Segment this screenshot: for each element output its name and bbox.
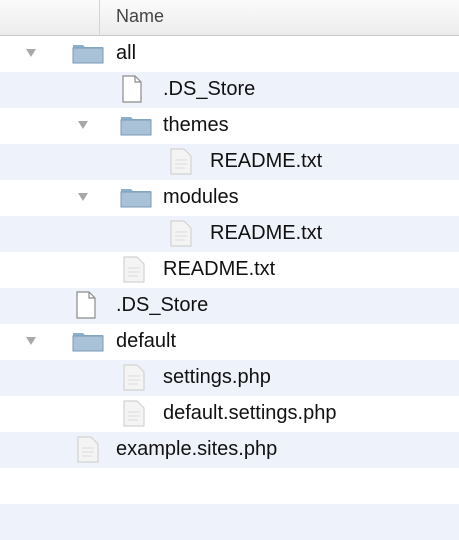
tree-row-label: .DS_Store [116,294,209,316]
disclosure-triangle-icon[interactable] [78,193,88,201]
tree-row-label: default.settings.php [163,402,337,424]
tree-row-label: README.txt [210,222,323,244]
column-header: Name [0,0,459,36]
tree-row[interactable]: modules [0,180,459,216]
folder-icon [72,45,104,64]
folder-icon [120,117,152,136]
name-column-header[interactable]: Name [116,6,164,27]
empty-row [0,504,459,540]
empty-row [0,468,459,504]
disclosure-triangle-icon[interactable] [26,49,36,57]
text-document-icon [123,400,145,427]
text-document-icon [170,148,192,175]
tree-row-label: .DS_Store [163,78,256,100]
tree-row[interactable]: .DS_Store [0,288,459,324]
text-document-icon [123,364,145,391]
tree-row[interactable]: themes [0,108,459,144]
tree-row-label: settings.php [163,366,271,388]
tree-row[interactable]: README.txt [0,216,459,252]
tree-row-label: README.txt [163,258,276,280]
tree-row-label: README.txt [210,150,323,172]
disclosure-triangle-icon[interactable] [78,121,88,129]
text-document-icon [170,220,192,247]
tree-row[interactable]: example.sites.php [0,432,459,468]
tree-row-label: modules [163,186,239,208]
tree-row-label: example.sites.php [116,438,278,460]
folder-icon [120,189,152,208]
header-disclosure-column [0,0,100,36]
tree-row-label: themes [163,114,229,136]
tree-row[interactable]: default.settings.php [0,396,459,432]
tree-row[interactable]: README.txt [0,144,459,180]
tree-row[interactable]: .DS_Store [0,72,459,108]
file-tree: all .DS_Store themes README.txt modules … [0,36,459,540]
tree-row-label: all [116,42,137,64]
text-document-icon [123,256,145,283]
folder-icon [72,333,104,352]
file-icon [122,75,142,103]
tree-row[interactable]: default [0,324,459,360]
tree-row[interactable]: README.txt [0,252,459,288]
tree-row[interactable]: all [0,36,459,72]
tree-row[interactable]: settings.php [0,360,459,396]
tree-row-label: default [116,330,177,352]
text-document-icon [77,436,99,463]
disclosure-triangle-icon[interactable] [26,337,36,345]
file-icon [76,291,96,319]
